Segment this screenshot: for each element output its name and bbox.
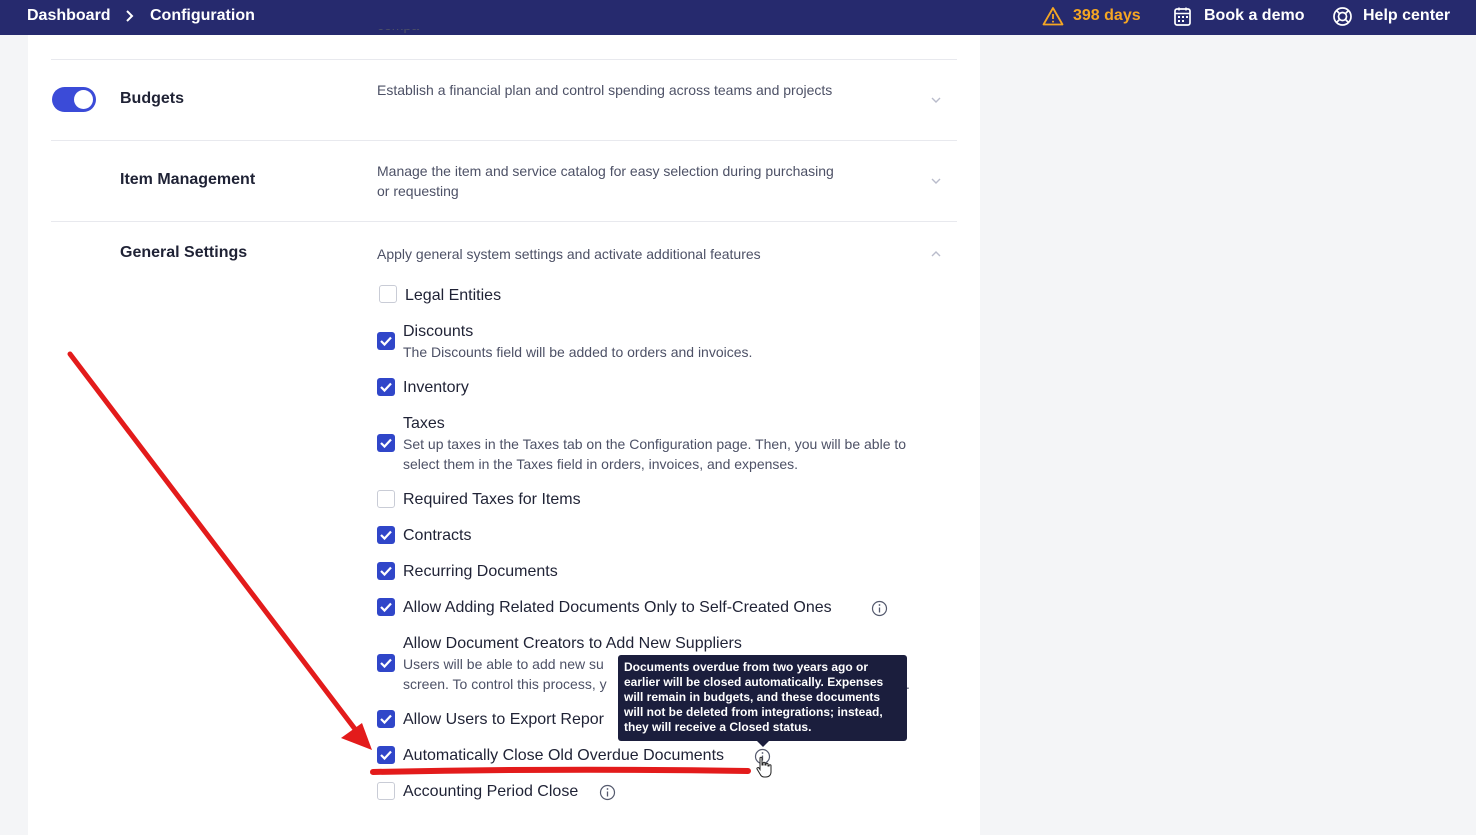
check-icon xyxy=(380,658,392,669)
checkbox-creators-add-suppliers[interactable] xyxy=(377,654,395,672)
book-demo-link[interactable]: Book a demo xyxy=(1204,7,1304,25)
chevron-down-icon[interactable] xyxy=(930,96,942,104)
trial-days-counter[interactable]: 398 days xyxy=(1073,7,1141,25)
lifebuoy-icon xyxy=(1333,7,1352,26)
option-label-required-taxes: Required Taxes for Items xyxy=(403,491,581,508)
option-label-related-documents: Allow Adding Related Documents Only to S… xyxy=(403,599,832,616)
option-label-inventory: Inventory xyxy=(403,379,469,396)
check-icon xyxy=(380,714,392,725)
checkbox-discounts[interactable] xyxy=(377,332,395,350)
check-icon xyxy=(380,602,392,613)
option-sub-taxes: Set up taxes in the Taxes tab on the Con… xyxy=(403,436,907,472)
checkbox-export-reports[interactable] xyxy=(377,710,395,728)
budgets-toggle[interactable] xyxy=(52,87,96,112)
warning-icon xyxy=(1042,7,1064,26)
breadcrumb-configuration: Configuration xyxy=(150,7,255,24)
section-divider xyxy=(51,221,957,222)
option-sub-creators-line2: screen. To control this process, y xyxy=(403,676,607,692)
section-divider xyxy=(51,59,957,60)
option-label-recurring-documents: Recurring Documents xyxy=(403,563,558,580)
help-center-link[interactable]: Help center xyxy=(1363,7,1450,25)
option-sub-creators-line1: Users will be able to add new su xyxy=(403,656,604,672)
option-label-creators-add-suppliers: Allow Document Creators to Add New Suppl… xyxy=(403,635,742,652)
checkbox-auto-close-overdue[interactable] xyxy=(377,746,395,764)
checkbox-accounting-period-close[interactable] xyxy=(377,782,395,800)
section-desc-general-settings: Apply general system settings and activa… xyxy=(377,246,761,262)
section-desc-item-management: Manage the item and service catalog for … xyxy=(377,163,834,199)
option-sub-discounts: The Discounts field will be added to ord… xyxy=(403,344,753,360)
check-icon xyxy=(380,530,392,541)
section-divider xyxy=(51,140,957,141)
info-icon[interactable] xyxy=(871,600,888,617)
option-label-accounting-period-close: Accounting Period Close xyxy=(403,783,579,800)
checkbox-required-taxes[interactable] xyxy=(377,490,395,508)
calendar-icon xyxy=(1174,7,1191,26)
section-desc-budgets: Establish a financial plan and control s… xyxy=(377,82,833,98)
top-bar: Dashboard Configuration 398 days Book a … xyxy=(0,0,1476,35)
checkbox-related-documents[interactable] xyxy=(377,598,395,616)
tooltip-arrow xyxy=(757,741,769,747)
toggle-knob xyxy=(74,90,93,109)
option-label-export-reports: Allow Users to Export Repor xyxy=(403,711,604,728)
chevron-down-icon[interactable] xyxy=(930,177,942,185)
check-icon xyxy=(380,438,392,449)
section-title-general-settings[interactable]: General Settings xyxy=(120,244,247,262)
checkbox-taxes[interactable] xyxy=(377,434,395,452)
section-title-item-management[interactable]: Item Management xyxy=(120,171,255,189)
check-icon xyxy=(380,382,392,393)
clipped-text-remnant: compa xyxy=(377,29,437,36)
option-label-discounts: Discounts xyxy=(403,323,474,340)
info-tooltip: Documents overdue from two years ago or … xyxy=(618,655,907,741)
section-title-budgets[interactable]: Budgets xyxy=(120,90,184,108)
info-icon[interactable] xyxy=(599,784,616,801)
check-icon xyxy=(380,336,392,347)
checkbox-inventory[interactable] xyxy=(377,378,395,396)
checkbox-contracts[interactable] xyxy=(377,526,395,544)
check-icon xyxy=(380,750,392,761)
checkbox-recurring-documents[interactable] xyxy=(377,562,395,580)
chevron-up-icon[interactable] xyxy=(930,250,942,258)
breadcrumb-dashboard[interactable]: Dashboard xyxy=(27,7,111,25)
check-icon xyxy=(380,566,392,577)
option-label-taxes: Taxes xyxy=(403,415,445,432)
option-label-legal-entities: Legal Entities xyxy=(405,287,502,304)
chevron-right-icon xyxy=(126,10,134,22)
checkbox-legal-entities[interactable] xyxy=(379,285,397,303)
info-icon[interactable] xyxy=(754,748,771,765)
option-label-contracts: Contracts xyxy=(403,527,472,544)
option-sub-creators-tail: . xyxy=(906,676,910,692)
option-label-auto-close-overdue: Automatically Close Old Overdue Document… xyxy=(403,747,725,764)
